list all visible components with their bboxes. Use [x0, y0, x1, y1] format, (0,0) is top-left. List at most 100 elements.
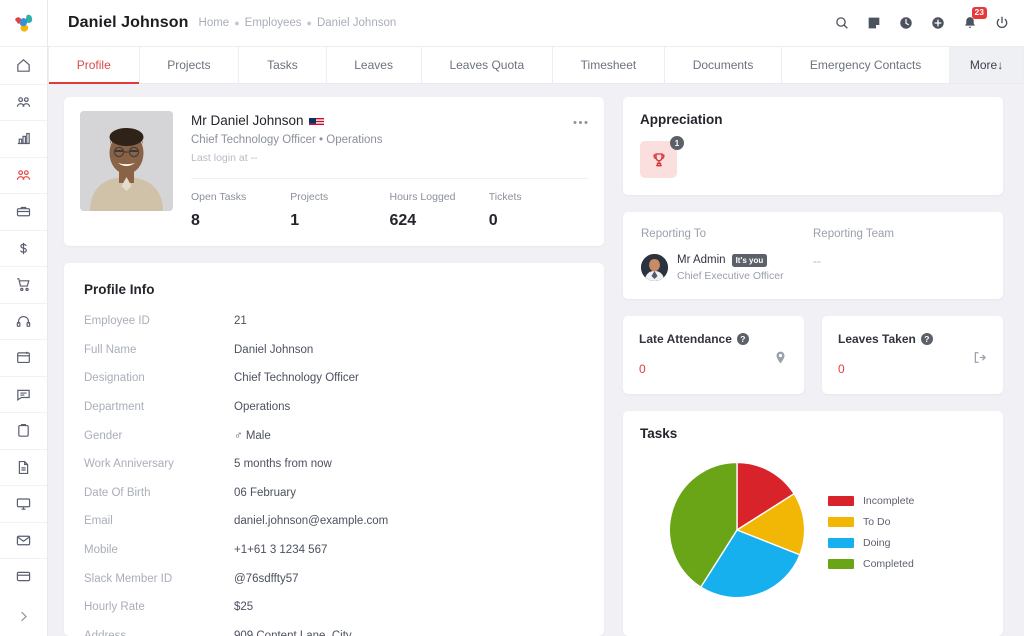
stat-value: 0 — [488, 212, 498, 229]
logout-icon — [972, 350, 987, 370]
sidebar-nav — [0, 47, 47, 596]
info-row-full-name: Full Name Daniel Johnson — [64, 336, 604, 365]
employee-name-text: Mr Daniel Johnson — [191, 113, 304, 128]
app-logo[interactable] — [0, 0, 47, 47]
breadcrumb-sep: ● — [306, 18, 312, 28]
info-value: 909 Content Lane, City — [234, 629, 352, 636]
stat-value: 1 — [290, 212, 300, 229]
info-row-designation: Designation Chief Technology Officer — [64, 364, 604, 393]
tab-timesheet[interactable]: Timesheet — [553, 47, 665, 83]
notifications-button[interactable]: 23 — [962, 7, 987, 31]
sidebar-item-events[interactable] — [0, 339, 47, 376]
country-flag-icon — [308, 116, 324, 126]
info-row-mobile: Mobile +1+61 3 1234 567 — [64, 536, 604, 565]
its-you-badge: It's you — [731, 254, 768, 267]
question-icon[interactable]: ? — [920, 332, 933, 345]
chart-bar-icon — [17, 133, 30, 145]
info-row-email: Email daniel.johnson@example.com — [64, 507, 604, 536]
right-column: Appreciation 1 Reporting To Mr Admin It'… — [623, 97, 1003, 636]
profile-info-card: Profile Info Employee ID 21 Full Name Da… — [64, 263, 604, 636]
cart-icon — [17, 278, 30, 292]
tab-label: Projects — [167, 58, 211, 72]
top-bar: Daniel Johnson Home ● Employees ● Daniel… — [48, 0, 1024, 47]
monitor-icon — [16, 498, 31, 511]
sidebar-item-hr[interactable] — [0, 156, 47, 194]
stat-tickets: Tickets 0 — [489, 191, 588, 230]
question-icon[interactable]: ? — [736, 332, 749, 345]
sidebar-expand-button[interactable] — [0, 596, 47, 636]
legend-label: To Do — [863, 516, 891, 529]
sidebar-item-documents[interactable] — [0, 448, 47, 486]
leaves-taken-card: Leaves Taken ? 0 — [822, 315, 1003, 394]
more-options-button[interactable] — [573, 113, 588, 127]
info-row-department: Department Operations — [64, 393, 604, 422]
reporting-to-label: Reporting To — [641, 228, 706, 240]
sidebar-item-payments[interactable] — [0, 558, 47, 595]
leaves-taken-value: 0 — [838, 361, 845, 376]
logout-button[interactable] — [994, 15, 1010, 31]
legend-item-completed[interactable]: Completed — [828, 558, 914, 570]
sidebar-item-employees[interactable] — [0, 83, 47, 121]
sidebar-item-reports[interactable] — [0, 120, 47, 157]
sidebar-item-dashboard[interactable] — [0, 47, 47, 84]
sidebar-item-orders[interactable] — [0, 266, 47, 303]
main-area: Daniel Johnson Home ● Employees ● Daniel… — [48, 0, 1024, 636]
tab-more[interactable]: More↓ — [950, 47, 1024, 83]
sidebar-item-notices[interactable] — [0, 412, 47, 449]
manager-name-row: Mr Admin It's you — [677, 254, 784, 267]
appreciation-card: Appreciation 1 — [623, 97, 1003, 195]
sidebar-item-assets[interactable] — [0, 485, 47, 522]
legend-item-incomplete[interactable]: Incomplete — [828, 495, 914, 507]
info-row-slack-member-id: Slack Member ID @76sdffty57 — [64, 564, 604, 593]
info-key: Designation — [84, 372, 145, 385]
tab-bar: Profile Projects Tasks Leaves Leaves Quo… — [48, 47, 1024, 84]
clipboard-icon — [18, 424, 29, 438]
tab-label: Timesheet — [580, 58, 637, 72]
sidebar-item-messages[interactable] — [0, 375, 47, 413]
stat-value: 8 — [191, 212, 200, 229]
breadcrumb-employees[interactable]: Employees — [245, 17, 302, 29]
appreciation-item[interactable]: 1 — [640, 136, 684, 178]
tab-profile[interactable]: Profile — [48, 47, 140, 84]
tab-leaves[interactable]: Leaves — [327, 47, 422, 83]
employee-name: Mr Daniel Johnson — [191, 113, 588, 128]
sidebar-item-projects[interactable] — [0, 193, 47, 230]
info-key: Work Anniversary — [84, 458, 174, 471]
search-button[interactable] — [834, 15, 850, 31]
reporting-team-value: -- — [813, 254, 821, 268]
tab-emergency-contacts[interactable]: Emergency Contacts — [782, 47, 951, 83]
legend-item-to-do[interactable]: To Do — [828, 516, 914, 528]
tasks-pie-chart[interactable] — [668, 461, 806, 599]
sidebar-item-support[interactable] — [0, 302, 47, 340]
legend-swatch — [828, 559, 854, 570]
mini-stats-row: Late Attendance ? 0 Leaves Taken ? 0 — [623, 315, 1003, 394]
legend-swatch — [828, 538, 854, 549]
tab-leaves-quota[interactable]: Leaves Quota — [422, 47, 553, 83]
tab-documents[interactable]: Documents — [665, 47, 783, 83]
add-button[interactable] — [930, 15, 946, 31]
time-log-button[interactable] — [898, 15, 914, 31]
tab-tasks[interactable]: Tasks — [239, 47, 327, 83]
legend-swatch — [828, 517, 854, 528]
info-row-work-anniversary: Work Anniversary 5 months from now — [64, 450, 604, 479]
search-icon — [836, 17, 848, 29]
info-row-date-of-birth: Date Of Birth 06 February — [64, 479, 604, 508]
tab-projects[interactable]: Projects — [140, 47, 240, 83]
breadcrumb-home[interactable]: Home — [199, 17, 230, 29]
legend-label: Incomplete — [863, 495, 915, 508]
stat-open-tasks: Open Tasks 8 — [191, 191, 290, 230]
reporting-manager[interactable]: Mr Admin It's you Chief Executive Office… — [641, 254, 813, 282]
info-key: Hourly Rate — [84, 601, 145, 614]
stat-label: Tickets — [488, 191, 522, 203]
tab-label: Documents — [692, 58, 754, 72]
legend-swatch — [828, 496, 854, 507]
info-row-gender: Gender ♂ Male — [64, 421, 604, 450]
plus-circle-icon — [932, 17, 944, 29]
briefcase-icon — [16, 207, 31, 217]
notes-button[interactable] — [866, 15, 882, 31]
ellipsis-icon — [573, 121, 588, 124]
document-icon — [18, 460, 29, 474]
legend-item-doing[interactable]: Doing — [828, 537, 914, 549]
sidebar-item-mail[interactable] — [0, 521, 47, 559]
sidebar-item-finance[interactable] — [0, 229, 47, 267]
